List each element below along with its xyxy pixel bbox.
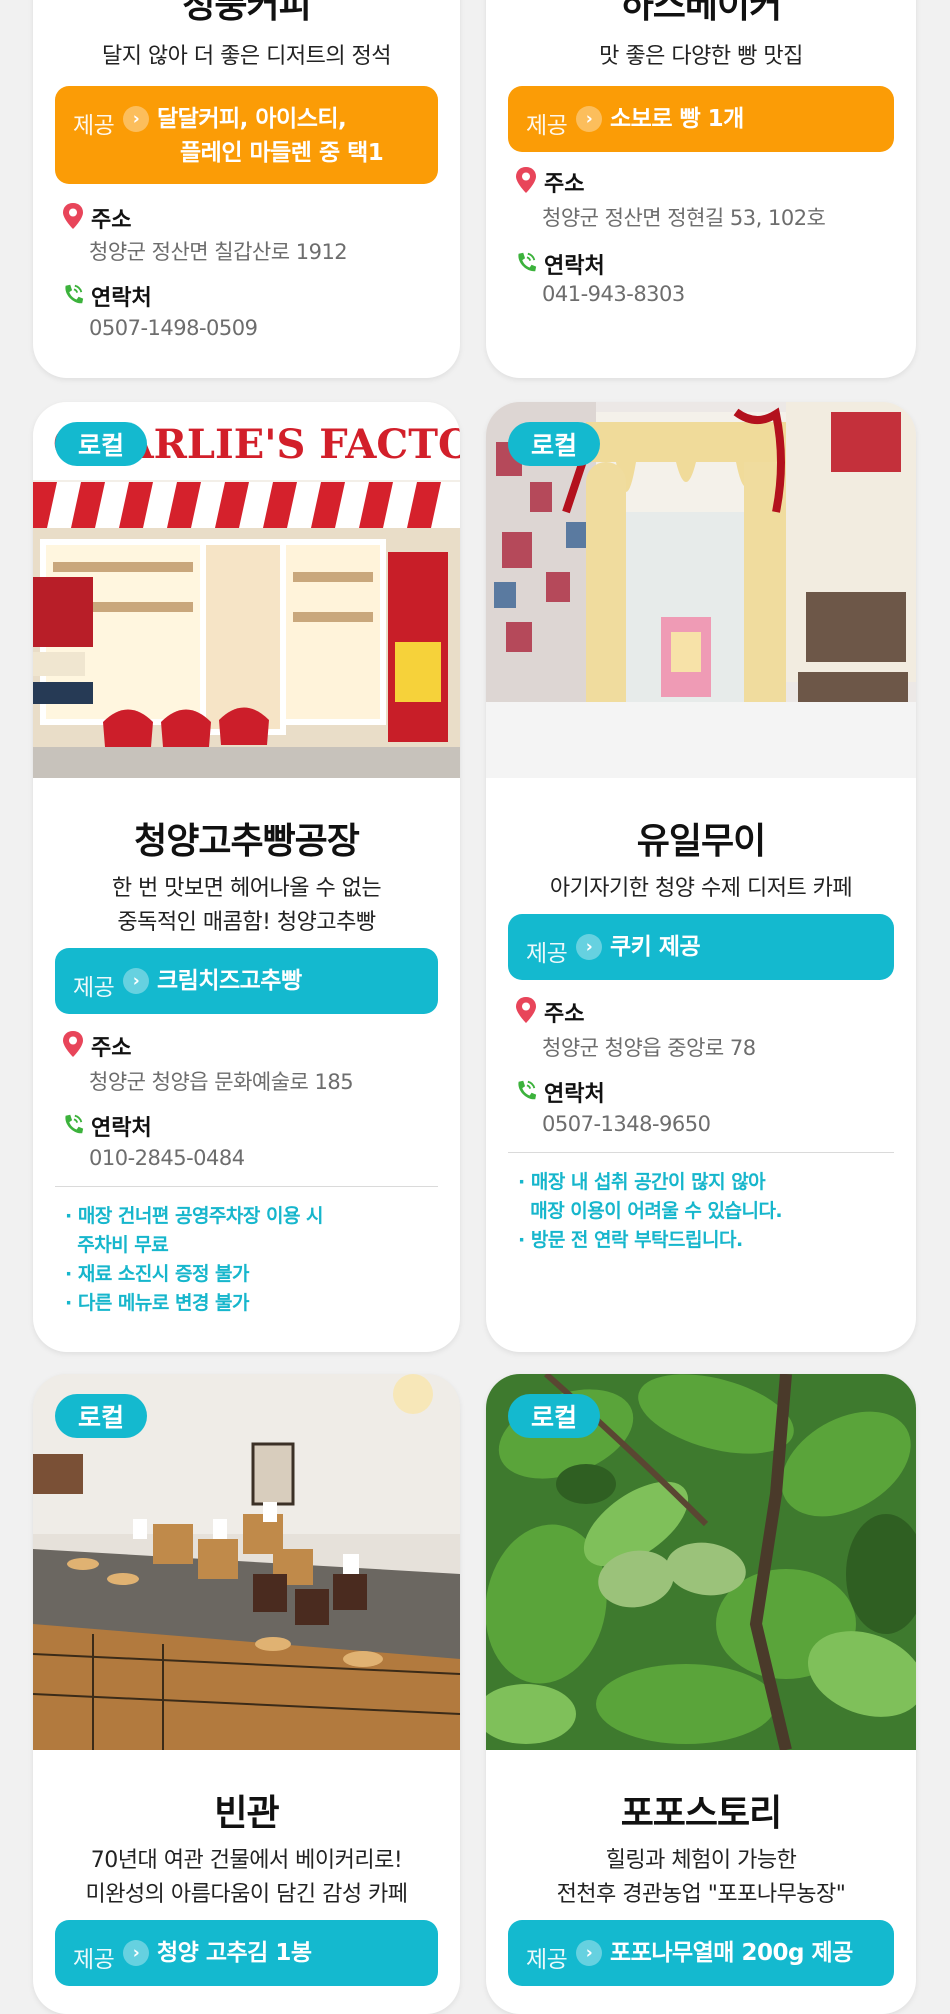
shop-photo: 로컬	[486, 1374, 916, 1750]
shop-subtitle: 아기자기한 청양 수제 디저트 카페	[549, 876, 853, 901]
shop-title: 청풍커피	[182, 0, 311, 26]
shop-card-yuilmui[interactable]: 로컬 유일무이 아기자기한 청양 수제 디저트 카페 제공 › 쿠키 제공 주소…	[486, 402, 916, 1352]
address-value: 청양군 정산면 칠갑산로 1912	[89, 240, 348, 264]
chevron-right-icon: ›	[123, 1940, 149, 1966]
offer-box: 제공 › 소보로 빵 1개	[508, 86, 894, 152]
contact-label: 연락처	[91, 286, 152, 311]
address-label: 주소	[544, 172, 585, 197]
phone-icon	[64, 283, 85, 305]
offer-box: 제공 › 쿠키 제공	[508, 914, 894, 980]
chevron-right-icon: ›	[576, 106, 602, 132]
shop-card-has-baker[interactable]: 하스베이커 맛 좋은 다양한 빵 맛집 제공 › 소보로 빵 1개 주소 청양군…	[486, 0, 916, 378]
notes: · 매장 건너편 공영주차장 이용 시 주차비 무료 · 재료 소진시 증정 불…	[65, 1202, 324, 1318]
subtitle-line: 미완성의 아름다움이 담긴 감성 카페	[85, 1882, 408, 1907]
phone-value[interactable]: 0507-1498-0509	[89, 316, 258, 340]
note-line: · 다른 메뉴로 변경 불가	[65, 1292, 250, 1314]
shop-title: 청양고추빵공장	[134, 821, 360, 862]
address-label: 주소	[91, 208, 132, 233]
note-line: · 방문 전 연락 부탁드립니다.	[518, 1229, 743, 1251]
location-pin-icon	[63, 1031, 83, 1057]
local-badge: 로컬	[55, 422, 147, 466]
chevron-right-icon: ›	[123, 106, 149, 132]
subtitle-line: 전천후 경관농업 "포포나무농장"	[556, 1882, 846, 1907]
offer-text: 소보로 빵 1개	[610, 106, 744, 132]
note-line: · 매장 내 섭취 공간이 많지 않아	[518, 1171, 766, 1193]
shop-card-popo-story[interactable]: 로컬 포포스토리 힐링과 체험이 가능한 전천후 경관농업 "포포나무농장" 제…	[486, 1374, 916, 2014]
offer-box: 제공 › 청양 고추김 1봉	[55, 1920, 438, 1986]
subtitle-line: 힐링과 체험이 가능한	[605, 1848, 797, 1873]
offer-tag: 제공	[73, 1947, 115, 1973]
offer-text-line2: 플레인 마들렌 중 택1	[180, 140, 384, 166]
offer-text: 쿠키 제공	[610, 934, 701, 960]
shop-subtitle: 70년대 여관 건물에서 베이커리로! 미완성의 아름다움이 담긴 감성 카페	[33, 1844, 460, 1912]
offer-text: 포포나무열매 200g 제공	[610, 1940, 853, 1966]
phone-icon	[517, 1079, 538, 1101]
offer-tag: 제공	[73, 113, 115, 139]
divider	[508, 1152, 894, 1153]
shop-subtitle: 맛 좋은 다양한 빵 맛집	[599, 44, 803, 69]
shop-subtitle: 달지 않아 더 좋은 디저트의 정석	[101, 44, 392, 69]
chevron-right-icon: ›	[123, 968, 149, 994]
shop-photo: 로컬	[486, 402, 916, 778]
note-line: 매장 이용이 어려울 수 있습니다.	[518, 1200, 783, 1222]
phone-value[interactable]: 041-943-8303	[542, 282, 685, 306]
chevron-right-icon: ›	[576, 1940, 602, 1966]
shop-photo: CHARLIE'S FACTORY	[33, 402, 460, 778]
address-value: 청양군 청양읍 중앙로 78	[542, 1036, 756, 1060]
offer-box: 제공 › 포포나무열매 200g 제공	[508, 1920, 894, 1986]
shop-title: 포포스토리	[620, 1793, 783, 1834]
shop-subtitle: 한 번 맛보면 헤어나올 수 없는 중독적인 매콤함! 청양고추빵	[33, 872, 460, 940]
address-label: 주소	[544, 1002, 585, 1027]
offer-text: 크림치즈고추빵	[157, 968, 302, 994]
offer-box: 제공 › 달달커피, 아이스티, 플레인 마들렌 중 택1	[55, 86, 438, 184]
local-badge: 로컬	[55, 1394, 147, 1438]
note-line: · 재료 소진시 증정 불가	[65, 1263, 250, 1285]
offer-tag: 제공	[526, 113, 568, 139]
address-value: 청양군 정산면 정현길 53, 102호	[542, 206, 826, 230]
note-line: · 매장 건너편 공영주차장 이용 시	[65, 1205, 324, 1227]
phone-value[interactable]: 0507-1348-9650	[542, 1112, 711, 1136]
offer-tag: 제공	[73, 975, 115, 1001]
address-value: 청양군 청양읍 문화예술로 185	[89, 1070, 354, 1094]
location-pin-icon	[63, 203, 83, 229]
note-line: 주차비 무료	[65, 1234, 169, 1256]
offer-box: 제공 › 크림치즈고추빵	[55, 948, 438, 1014]
contact-label: 연락처	[91, 1116, 152, 1141]
divider	[55, 1186, 438, 1187]
shop-card-cheongpung[interactable]: 청풍커피 달지 않아 더 좋은 디저트의 정석 제공 › 달달커피, 아이스티,…	[33, 0, 460, 378]
phone-value[interactable]: 010-2845-0484	[89, 1146, 245, 1170]
phone-icon	[64, 1113, 85, 1135]
subtitle-line: 70년대 여관 건물에서 베이커리로!	[90, 1848, 403, 1873]
address-label: 주소	[91, 1036, 132, 1061]
offer-tag: 제공	[526, 1947, 568, 1973]
shop-card-bingwan[interactable]: 로컬 빈관 70년대 여관 건물에서 베이커리로! 미완성의 아름다움이 담긴 …	[33, 1374, 460, 2014]
shop-photo: 로컬	[33, 1374, 460, 1750]
contact-label: 연락처	[544, 1082, 605, 1107]
shop-title: 빈관	[214, 1793, 279, 1834]
location-pin-icon	[516, 997, 536, 1023]
offer-text: 달달커피, 아이스티,	[157, 106, 347, 132]
notes: · 매장 내 섭취 공간이 많지 않아 매장 이용이 어려울 수 있습니다. ·…	[518, 1168, 783, 1255]
chevron-right-icon: ›	[576, 934, 602, 960]
contact-label: 연락처	[544, 254, 605, 279]
location-pin-icon	[516, 167, 536, 193]
subtitle-line: 중독적인 매콤함! 청양고추빵	[117, 910, 376, 935]
shop-subtitle: 힐링과 체험이 가능한 전천후 경관농업 "포포나무농장"	[486, 1844, 916, 1912]
shop-card-cheongyang-pepper-bakery[interactable]: CHARLIE'S FACTORY	[33, 402, 460, 1352]
shop-title: 하스베이커	[620, 0, 783, 26]
offer-tag: 제공	[526, 941, 568, 967]
subtitle-line: 한 번 맛보면 헤어나올 수 없는	[111, 876, 382, 901]
local-badge: 로컬	[508, 1394, 600, 1438]
phone-icon	[517, 251, 538, 273]
shop-title: 유일무이	[636, 821, 766, 862]
offer-text: 청양 고추김 1봉	[157, 1940, 312, 1966]
local-badge: 로컬	[508, 422, 600, 466]
